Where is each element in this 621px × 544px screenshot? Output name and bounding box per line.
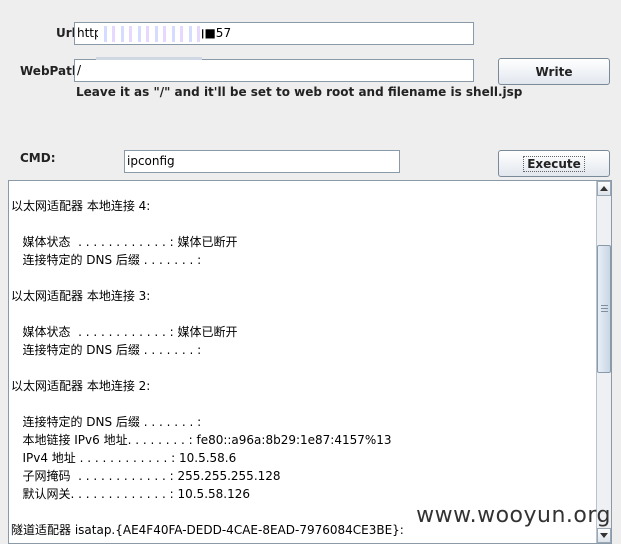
- scroll-up-button[interactable]: [597, 181, 611, 196]
- webpath-field[interactable]: /: [74, 59, 474, 82]
- execute-button[interactable]: Execute: [498, 150, 610, 177]
- output-line: 以太网适配器 本地连接 2:: [11, 379, 151, 393]
- output-lines: 以太网适配器 本地连接 4: 媒体状态 . . . . . . . . . . …: [11, 197, 593, 539]
- watermark: www.wooyun.org: [416, 503, 611, 528]
- output-line: 连接特定的 DNS 后缀 . . . . . . . :: [11, 253, 202, 267]
- output-line: 连接特定的 DNS 后缀 . . . . . . . :: [11, 343, 202, 357]
- scroll-thumb[interactable]: [597, 245, 611, 373]
- output-textarea[interactable]: 以太网适配器 本地连接 4: 媒体状态 . . . . . . . . . . …: [8, 180, 612, 544]
- execute-button-label: Execute: [523, 155, 585, 172]
- output-line: 本地链接 IPv6 地址. . . . . . . . : fe80::a96a…: [11, 433, 392, 447]
- output-line: 子网掩码 . . . . . . . . . . . . : 255.255.2…: [11, 469, 281, 483]
- output-line: 默认网关. . . . . . . . . . . . . : 10.5.58.…: [11, 487, 250, 501]
- webpath-redaction: [96, 57, 202, 60]
- output-line: 媒体状态 . . . . . . . . . . . . : 媒体已断开: [11, 235, 238, 249]
- triangle-down-icon: [600, 533, 608, 538]
- cmd-label: CMD:: [20, 151, 56, 165]
- output-line: IPv4 地址 . . . . . . . . . . . . : 10.5.5…: [11, 451, 237, 465]
- cmd-field[interactable]: ipconfig: [124, 150, 400, 173]
- triangle-up-icon: [600, 186, 608, 191]
- output-line: 媒体状态 . . . . . . . . . . . . : 媒体已断开: [11, 325, 238, 339]
- webpath-hint: Leave it as "/" and it'll be set to web …: [76, 85, 523, 99]
- output-line: 连接特定的 DNS 后缀 . . . . . . . :: [11, 415, 202, 429]
- write-button-label: Write: [535, 64, 573, 79]
- vertical-scrollbar[interactable]: [596, 181, 611, 543]
- url-redaction: [98, 26, 202, 42]
- output-line: 以太网适配器 本地连接 3:: [11, 289, 151, 303]
- write-button[interactable]: Write: [498, 58, 610, 85]
- scroll-down-button[interactable]: [597, 528, 611, 543]
- output-line: 以太网适配器 本地连接 4:: [11, 199, 151, 213]
